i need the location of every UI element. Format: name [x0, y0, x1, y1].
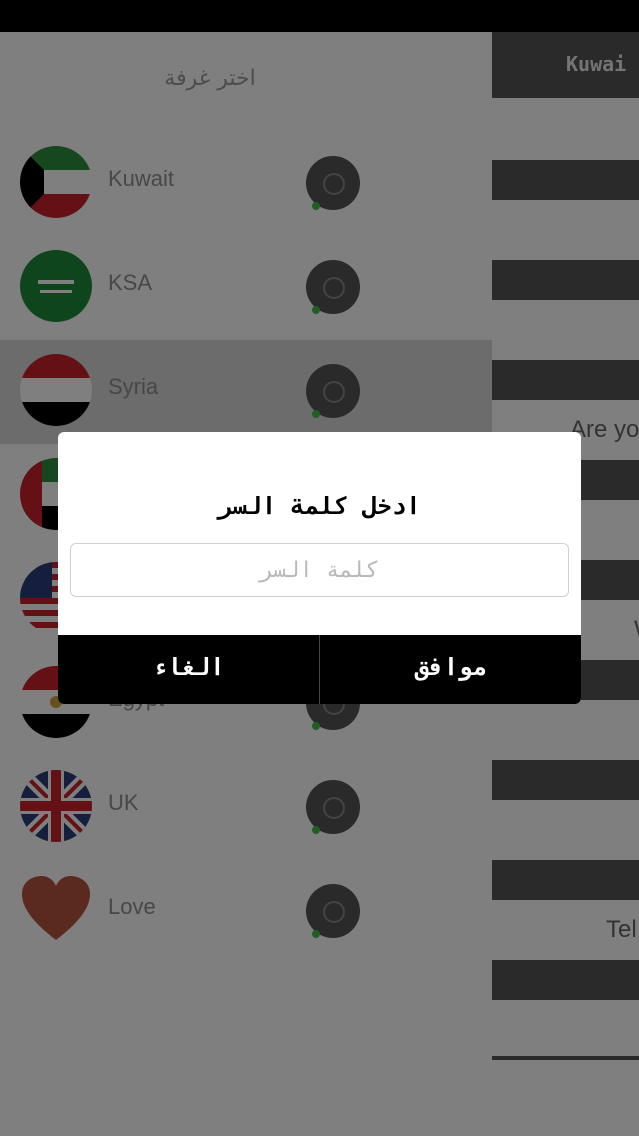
status-bar [0, 0, 639, 32]
password-input[interactable] [70, 543, 569, 597]
ok-button[interactable]: موافق [320, 635, 581, 704]
cancel-button[interactable]: الغاء [58, 635, 320, 704]
dialog-title: ادخل كلمة السر [218, 492, 421, 520]
password-dialog: ادخل كلمة السر الغاء موافق [58, 432, 581, 704]
dialog-button-bar: الغاء موافق [58, 635, 581, 704]
